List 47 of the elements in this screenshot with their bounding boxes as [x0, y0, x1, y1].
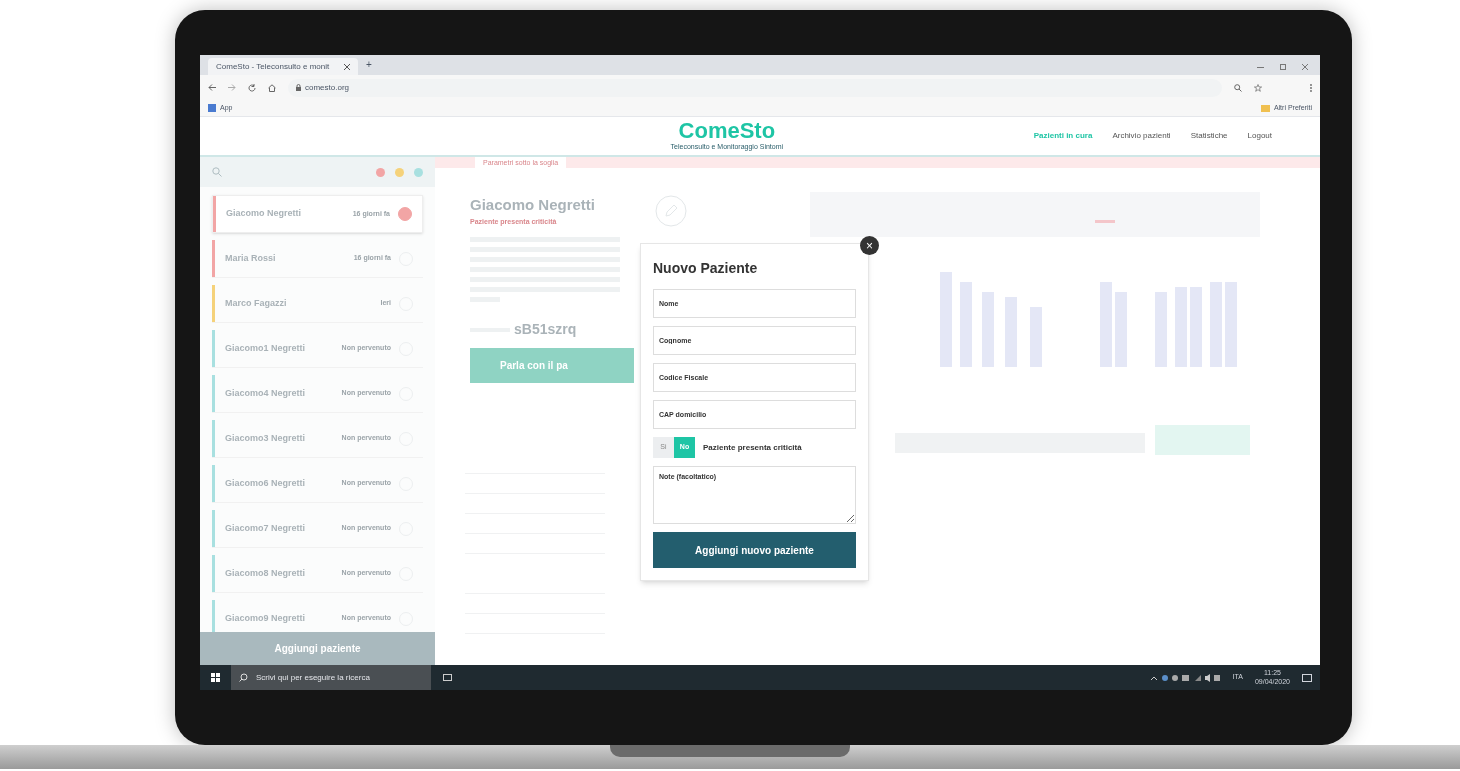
- start-icon[interactable]: [211, 673, 220, 682]
- star-icon[interactable]: [1254, 83, 1262, 92]
- task-view-icon[interactable]: [443, 674, 452, 681]
- patient-name: Giacomo6 Negretti: [225, 476, 307, 490]
- maximize-icon[interactable]: [1280, 64, 1286, 70]
- new-tab-button[interactable]: +: [366, 57, 372, 72]
- taskbar-search-field[interactable]: Scrivi qui per eseguire la ricerca: [231, 665, 431, 690]
- lock-icon: [296, 84, 301, 91]
- tray-icons[interactable]: [1150, 673, 1221, 682]
- reload-icon[interactable]: [248, 83, 256, 92]
- toggle-label: Paziente presenta criticità: [703, 441, 802, 454]
- patient-name: Giacomo8 Negretti: [225, 566, 307, 580]
- nav-link[interactable]: Statistiche: [1190, 130, 1228, 142]
- search-icon: [212, 167, 222, 177]
- logo: ComeSto: [678, 119, 776, 142]
- add-new-patient-button[interactable]: Aggiungi nuovo paziente: [653, 532, 856, 568]
- patient-name: Giacomo Negretti: [226, 207, 302, 221]
- chart-marker: [1095, 220, 1115, 223]
- patient-name: Giacomo7 Negretti: [225, 521, 307, 535]
- chart-bar: [1030, 307, 1042, 367]
- search-icon: [239, 673, 248, 682]
- patient-name: Maria Rossi: [225, 251, 277, 265]
- nav-link[interactable]: Pazienti in cura: [1033, 130, 1093, 142]
- status-icon: [398, 207, 412, 221]
- address-bar[interactable]: comesto.org: [288, 78, 1222, 97]
- patient-name: Giacomo4 Negretti: [225, 386, 307, 400]
- zoom-icon[interactable]: [1234, 83, 1242, 92]
- chart-bar: [1005, 297, 1017, 367]
- folder-icon: [1260, 104, 1270, 112]
- close-tab-icon[interactable]: [344, 63, 350, 70]
- patient-name: Giacomo Negretti: [470, 195, 596, 215]
- notifications-icon[interactable]: [1302, 673, 1312, 682]
- nav-link[interactable]: Archivio pazienti: [1112, 130, 1171, 142]
- home-icon[interactable]: [268, 83, 276, 92]
- browser-tab[interactable]: ComeSto - Teleconsulto e monit: [208, 58, 358, 75]
- close-icon[interactable]: [1302, 64, 1308, 70]
- patient-name: Marco Fagazzi: [225, 296, 288, 310]
- add-patient-button[interactable]: Aggiungi paziente: [200, 632, 435, 665]
- back-icon[interactable]: [208, 84, 216, 91]
- patient-name: Giacomo9 Negretti: [225, 611, 307, 625]
- patient-name: Giacomo3 Negretti: [225, 431, 307, 445]
- nav-link[interactable]: Logout: [1247, 130, 1272, 142]
- dialog-title: Nuovo Paziente: [653, 259, 759, 278]
- patient-name: Giacomo1 Negretti: [225, 341, 307, 355]
- patient-code: sB51szrq: [514, 320, 577, 339]
- talk-button[interactable]: Parla con il pa: [470, 348, 634, 383]
- forward-icon[interactable]: [228, 84, 236, 91]
